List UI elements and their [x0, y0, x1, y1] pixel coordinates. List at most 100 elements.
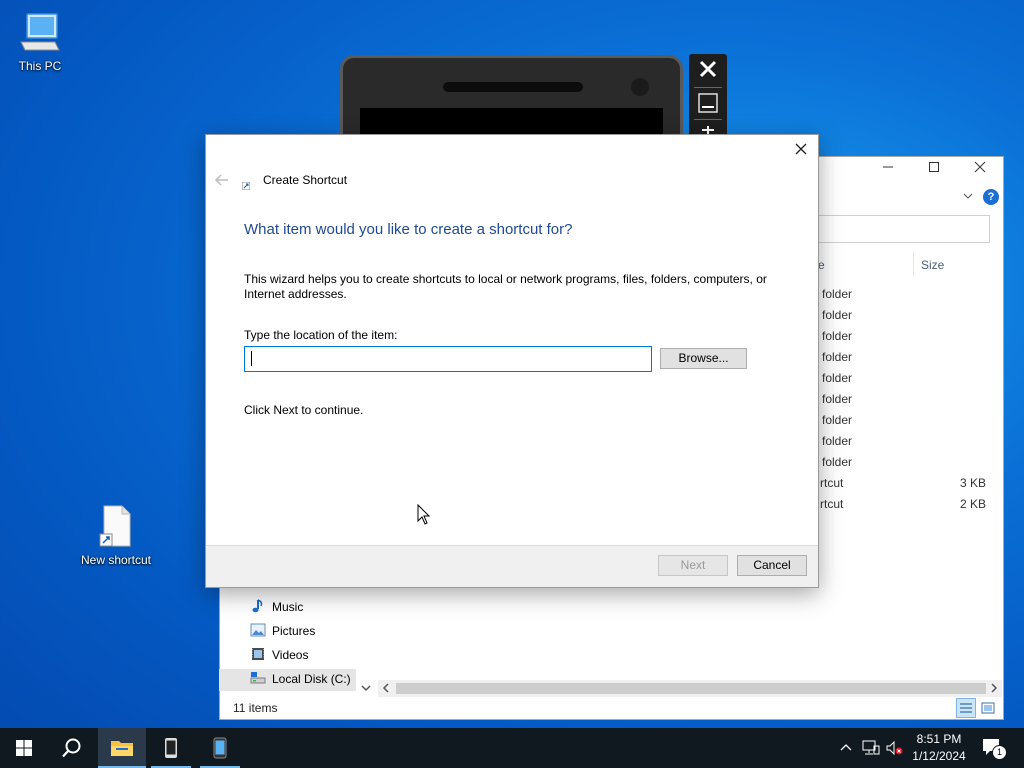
network-tray-button[interactable]: [862, 740, 880, 759]
drive-icon: [250, 672, 266, 684]
nav-item-label: Videos: [272, 648, 309, 662]
start-button[interactable]: [0, 728, 48, 768]
chevron-down-icon: [361, 685, 371, 692]
nav-item-pictures[interactable]: Pictures: [250, 621, 315, 641]
chevron-left-icon: [382, 683, 389, 693]
nav-item-local-disk[interactable]: Local Disk (C:): [250, 669, 351, 689]
explorer-minimize-button[interactable]: [868, 160, 908, 178]
dialog-heading: What item would you like to create a sho…: [244, 221, 573, 238]
emulator-toolbar: [689, 54, 727, 144]
dialog-footer: Next Cancel: [206, 545, 818, 587]
scroll-right-button[interactable]: [989, 682, 999, 697]
computer-icon: [20, 13, 60, 51]
create-shortcut-dialog: Create Shortcut What item would you like…: [205, 134, 819, 588]
shortcut-file-icon: [99, 505, 131, 547]
minimize-icon: [698, 93, 718, 113]
file-row-type[interactable]: folder: [822, 350, 852, 364]
shortcut-wizard-icon: [241, 179, 251, 193]
desktop-icon-new-shortcut[interactable]: New shortcut: [76, 504, 156, 567]
file-row-type[interactable]: folder: [822, 455, 852, 469]
dialog-title: Create Shortcut: [263, 173, 348, 187]
phone-speaker: [443, 82, 583, 92]
minimize-icon: [883, 166, 893, 168]
taskbar-file-explorer[interactable]: [98, 728, 146, 768]
maximize-icon: [929, 162, 939, 172]
file-row-type[interactable]: folder: [822, 434, 852, 448]
clock-time: 8:51 PM: [916, 732, 962, 746]
network-icon: [862, 740, 880, 755]
folder-icon: [111, 741, 133, 756]
file-row-type[interactable]: folder: [822, 287, 852, 301]
scroll-left-button[interactable]: [381, 682, 391, 697]
chevron-right-icon: [991, 683, 998, 693]
close-icon: [974, 161, 986, 173]
search-button[interactable]: [48, 728, 96, 768]
file-row-type[interactable]: rtcut: [820, 497, 843, 511]
action-center-button[interactable]: 1: [982, 738, 1007, 760]
nav-item-music[interactable]: Music: [250, 597, 303, 617]
help-button[interactable]: ?: [983, 189, 999, 205]
ribbon-expand-chevron[interactable]: [962, 190, 974, 205]
search-box[interactable]: [819, 215, 990, 243]
file-row-type[interactable]: folder: [822, 413, 852, 427]
dialog-back-button[interactable]: [214, 173, 230, 190]
explorer-close-button[interactable]: [960, 160, 1000, 178]
nav-item-label: Local Disk (C:): [272, 672, 351, 686]
file-row-type[interactable]: rtcut: [820, 476, 843, 490]
location-input[interactable]: [244, 346, 652, 372]
taskbar-emulator-app[interactable]: [196, 728, 244, 768]
column-header-size[interactable]: Size: [921, 258, 944, 272]
shortcut-arrow-icon: [241, 181, 251, 191]
show-hidden-icons-button[interactable]: [839, 741, 853, 755]
chevron-down-icon: [963, 193, 973, 199]
explorer-maximize-button[interactable]: [914, 160, 954, 178]
column-divider[interactable]: [913, 252, 914, 276]
status-bar-count: 11 items: [233, 701, 278, 715]
dialog-close-button[interactable]: [794, 142, 808, 159]
nav-scroll-down[interactable]: [360, 682, 372, 696]
mouse-cursor: [417, 503, 431, 529]
desktop-icon-this-pc[interactable]: This PC: [0, 10, 80, 73]
close-icon: [699, 60, 717, 78]
phone-icon: [165, 738, 177, 758]
arrow-cursor-icon: [417, 503, 431, 525]
browse-button[interactable]: Browse...: [660, 348, 747, 369]
taskbar: 8:51 PM 1/12/2024 1: [0, 728, 1024, 768]
file-row-type[interactable]: folder: [822, 371, 852, 385]
large-icons-view-icon: [981, 702, 995, 714]
file-row-type[interactable]: folder: [822, 329, 852, 343]
windows-logo-icon: [16, 740, 32, 756]
details-view-icon: [960, 703, 972, 713]
this-pc-label: This PC: [18, 59, 62, 73]
details-view-button[interactable]: [956, 698, 976, 718]
dialog-description: This wizard helps you to create shortcut…: [244, 272, 767, 301]
nav-item-videos[interactable]: Videos: [250, 645, 308, 665]
close-icon: [795, 143, 807, 155]
next-button[interactable]: Next: [658, 555, 728, 576]
emulator-icon: [213, 737, 227, 759]
clock[interactable]: 8:51 PM 1/12/2024: [906, 731, 972, 765]
nav-item-label: Music: [272, 600, 304, 614]
file-row-size: 2 KB: [959, 497, 986, 511]
file-row-size: 3 KB: [959, 476, 986, 490]
emulator-minimize-button[interactable]: [689, 92, 727, 117]
search-icon: [62, 738, 81, 758]
back-arrow-icon: [214, 174, 228, 186]
column-header-name[interactable]: e: [818, 258, 825, 272]
location-label: Type the location of the item:: [244, 328, 398, 342]
cancel-button[interactable]: Cancel: [737, 555, 807, 576]
volume-muted-icon: [886, 740, 903, 756]
text-caret: [251, 351, 252, 366]
clock-date: 1/12/2024: [912, 749, 966, 763]
taskbar-phone-app[interactable]: [147, 728, 195, 768]
phone-camera: [631, 78, 649, 96]
file-row-type[interactable]: folder: [822, 392, 852, 406]
pictures-icon: [250, 623, 266, 637]
nav-item-label: Pictures: [272, 624, 316, 638]
horizontal-scrollbar-thumb[interactable]: [396, 683, 986, 694]
file-row-type[interactable]: folder: [822, 308, 852, 322]
new-shortcut-label: New shortcut: [80, 553, 152, 567]
volume-tray-button[interactable]: [886, 740, 904, 759]
large-icons-view-button[interactable]: [980, 700, 996, 719]
emulator-close-button[interactable]: [689, 60, 727, 81]
